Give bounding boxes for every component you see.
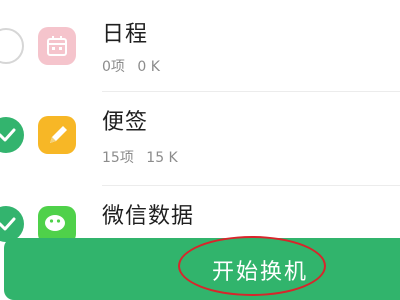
start-transfer-label: 开始换机 bbox=[212, 260, 309, 285]
calendar-icon bbox=[38, 27, 76, 65]
item-meta: 15项 15 K bbox=[102, 147, 178, 167]
item-size: 0 K bbox=[137, 59, 160, 75]
list-item-wechat-data[interactable]: 微信数据 bbox=[0, 186, 400, 246]
checkmark-icon bbox=[0, 128, 16, 142]
item-title: 日程 bbox=[102, 22, 149, 47]
list-item-notes[interactable]: 便签 15项 15 K bbox=[0, 92, 400, 186]
item-title: 微信数据 bbox=[102, 204, 195, 229]
checkbox-checked[interactable] bbox=[0, 117, 24, 153]
list-item-schedule[interactable]: 日程 0项 0 K bbox=[0, 0, 400, 92]
checkbox-checked[interactable] bbox=[0, 206, 24, 242]
start-transfer-button[interactable]: 开始换机 bbox=[4, 238, 400, 300]
item-count: 0项 bbox=[102, 59, 125, 75]
pen-icon bbox=[38, 116, 76, 154]
screen: 日程 0项 0 K 便签 15项 15 K 微信数据 开始换机 bbox=[0, 0, 400, 300]
checkbox-unchecked[interactable] bbox=[0, 28, 24, 64]
checkmark-icon bbox=[0, 217, 16, 231]
item-meta: 0项 0 K bbox=[102, 56, 160, 76]
item-title: 便签 bbox=[102, 110, 149, 135]
item-count: 15项 bbox=[102, 150, 134, 166]
item-size: 15 K bbox=[146, 150, 178, 166]
